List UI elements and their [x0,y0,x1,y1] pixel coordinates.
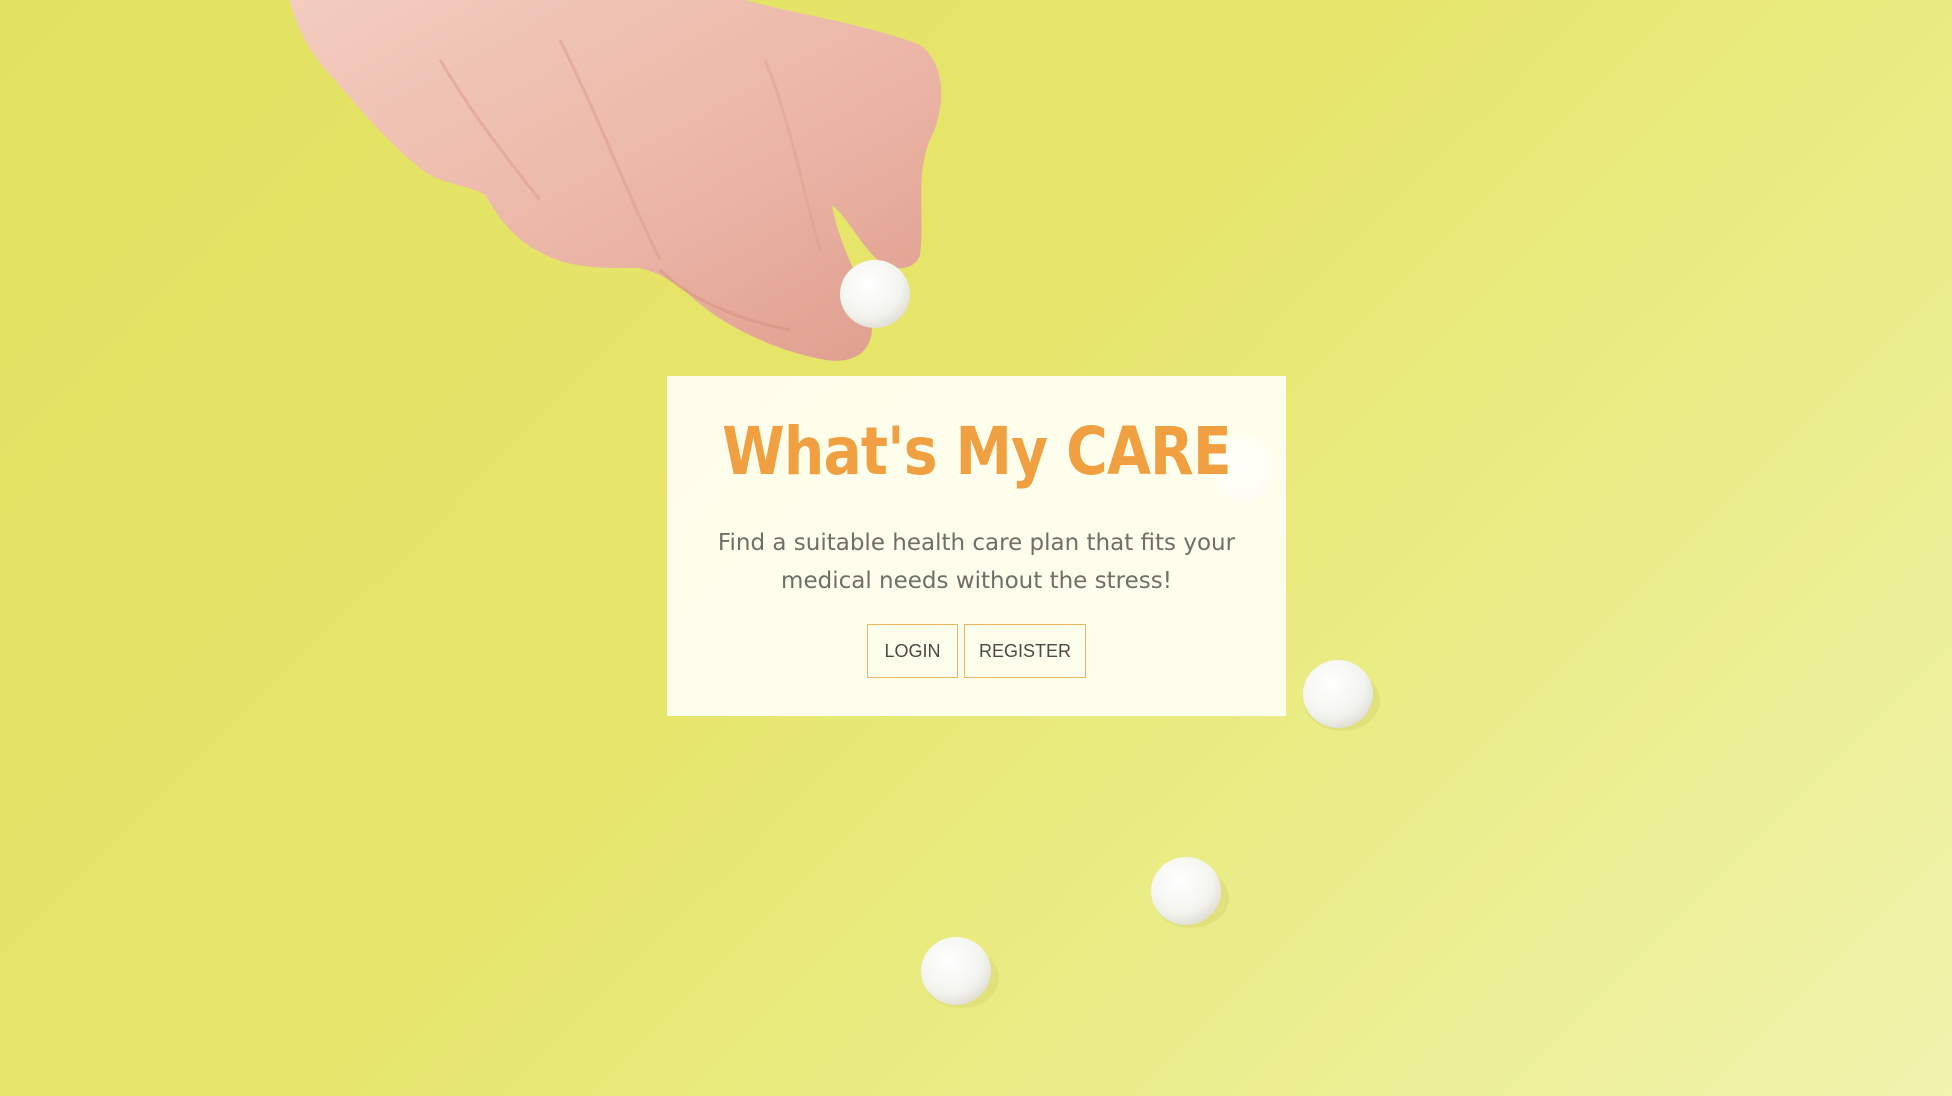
hero-card: What's My CARE Find a suitable health ca… [667,376,1286,716]
register-button[interactable]: REGISTER [964,624,1086,678]
login-button[interactable]: LOGIN [867,624,958,678]
page-title: What's My CARE [722,413,1232,490]
pill-4 [921,937,999,1008]
pill-3 [1151,857,1229,928]
pill-2 [1303,660,1380,731]
hero-subtitle: Find a suitable health care plan that fi… [717,530,1236,594]
pill-held [840,260,910,328]
auth-actions: LOGIN REGISTER [667,624,1286,678]
